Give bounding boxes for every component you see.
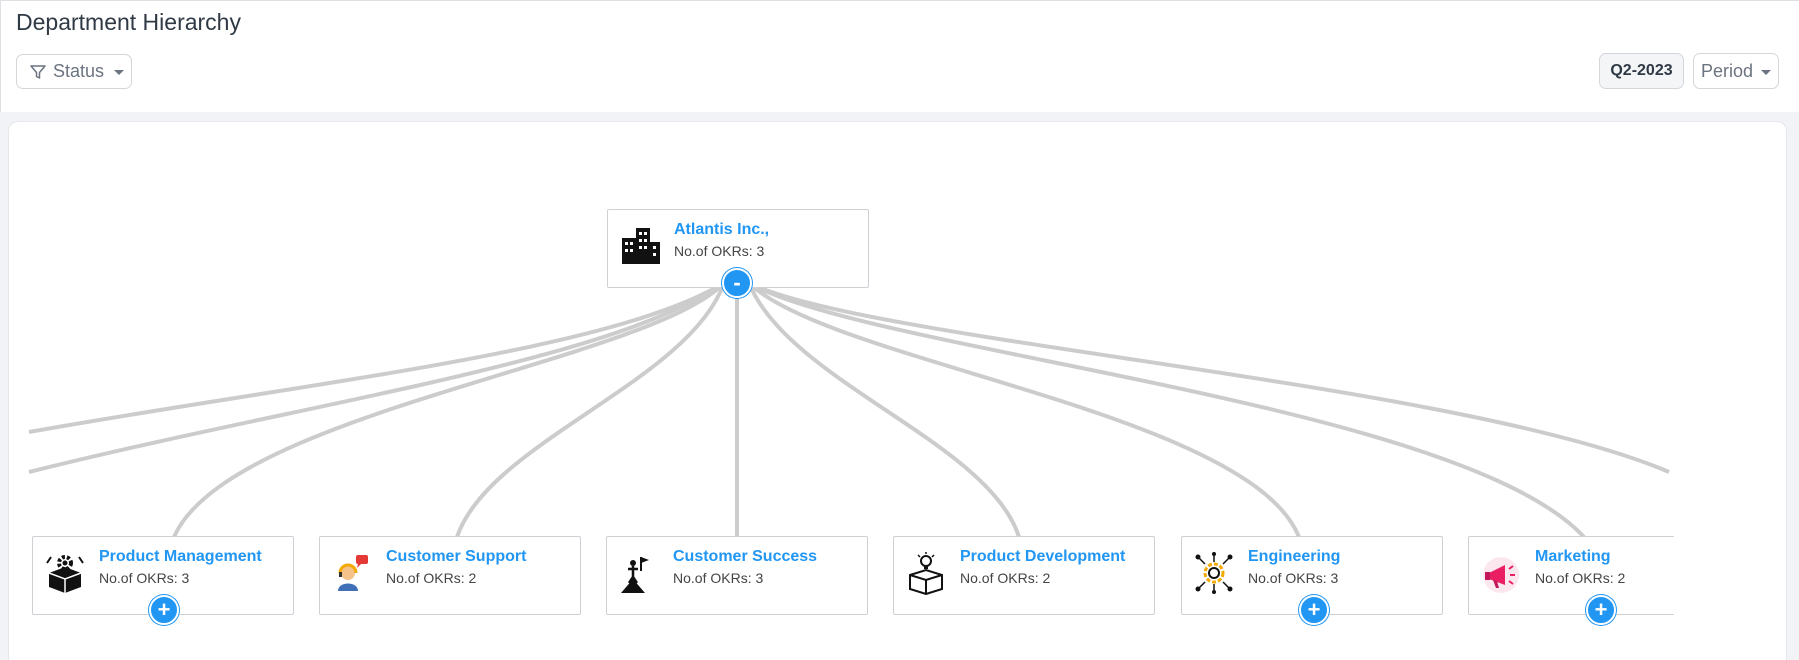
org-node-customer-success[interactable]: Customer Success No.of OKRs: 3 <box>606 536 868 615</box>
expand-toggle-button[interactable]: + <box>1586 595 1616 625</box>
chevron-down-icon <box>114 70 125 75</box>
connector-line <box>28 281 726 474</box>
node-title[interactable]: Customer Success <box>673 548 817 566</box>
node-okr-count: No.of OKRs: 2 <box>1535 570 1626 586</box>
megaphone-icon <box>1483 557 1519 593</box>
summit-flag-icon <box>621 557 649 593</box>
header-bar: Department Hierarchy Status Q2-2023 Peri… <box>0 0 1799 112</box>
node-okr-count: No.of OKRs: 2 <box>960 570 1051 586</box>
org-node-product-development[interactable]: Product Development No.of OKRs: 2 <box>893 536 1155 615</box>
node-title[interactable]: Customer Support <box>386 548 526 566</box>
period-dropdown-button[interactable]: Period <box>1693 53 1779 89</box>
node-okr-count: No.of OKRs: 3 <box>674 243 765 259</box>
org-node-marketing[interactable]: Marketing No.of OKRs: 2 <box>1468 536 1674 615</box>
node-title[interactable]: Atlantis Inc., <box>674 221 769 239</box>
connector-line <box>747 281 1301 538</box>
org-node-customer-support[interactable]: Customer Support No.of OKRs: 2 <box>319 536 581 615</box>
node-okr-count: No.of OKRs: 3 <box>99 570 190 586</box>
gear-box-icon <box>46 555 84 593</box>
node-title[interactable]: Engineering <box>1248 548 1340 566</box>
support-agent-icon <box>338 555 368 591</box>
connector-line <box>748 281 1586 539</box>
period-value-badge[interactable]: Q2-2023 <box>1599 53 1684 89</box>
period-dropdown-label: Period <box>1700 60 1754 81</box>
connector-line <box>748 281 1670 474</box>
node-title[interactable]: Product Management <box>99 548 262 566</box>
hierarchy-viewport: Atlantis Inc., No.of OKRs: 3 - Product M… <box>9 122 1674 660</box>
idea-box-icon <box>909 552 943 595</box>
connector-line <box>455 282 726 538</box>
status-filter-label: Status <box>53 61 105 81</box>
page-title: Department Hierarchy <box>16 9 241 35</box>
node-title[interactable]: Product Development <box>960 548 1125 566</box>
connector-line <box>28 281 726 434</box>
node-okr-count: No.of OKRs: 3 <box>1248 570 1339 586</box>
expand-toggle-button[interactable]: + <box>1299 595 1329 625</box>
office-building-icon <box>622 228 660 264</box>
collapse-toggle-button[interactable]: - <box>722 268 752 298</box>
network-gear-icon <box>1195 552 1233 594</box>
chevron-down-icon <box>1761 69 1772 75</box>
node-okr-count: No.of OKRs: 2 <box>386 570 477 586</box>
node-title[interactable]: Marketing <box>1535 548 1611 566</box>
filter-icon <box>30 64 46 79</box>
status-filter-button[interactable]: Status <box>16 54 132 89</box>
connector-line <box>172 281 726 538</box>
node-okr-count: No.of OKRs: 3 <box>673 570 764 586</box>
hierarchy-canvas[interactable]: Atlantis Inc., No.of OKRs: 3 - Product M… <box>8 121 1787 660</box>
expand-toggle-button[interactable]: + <box>149 595 179 625</box>
